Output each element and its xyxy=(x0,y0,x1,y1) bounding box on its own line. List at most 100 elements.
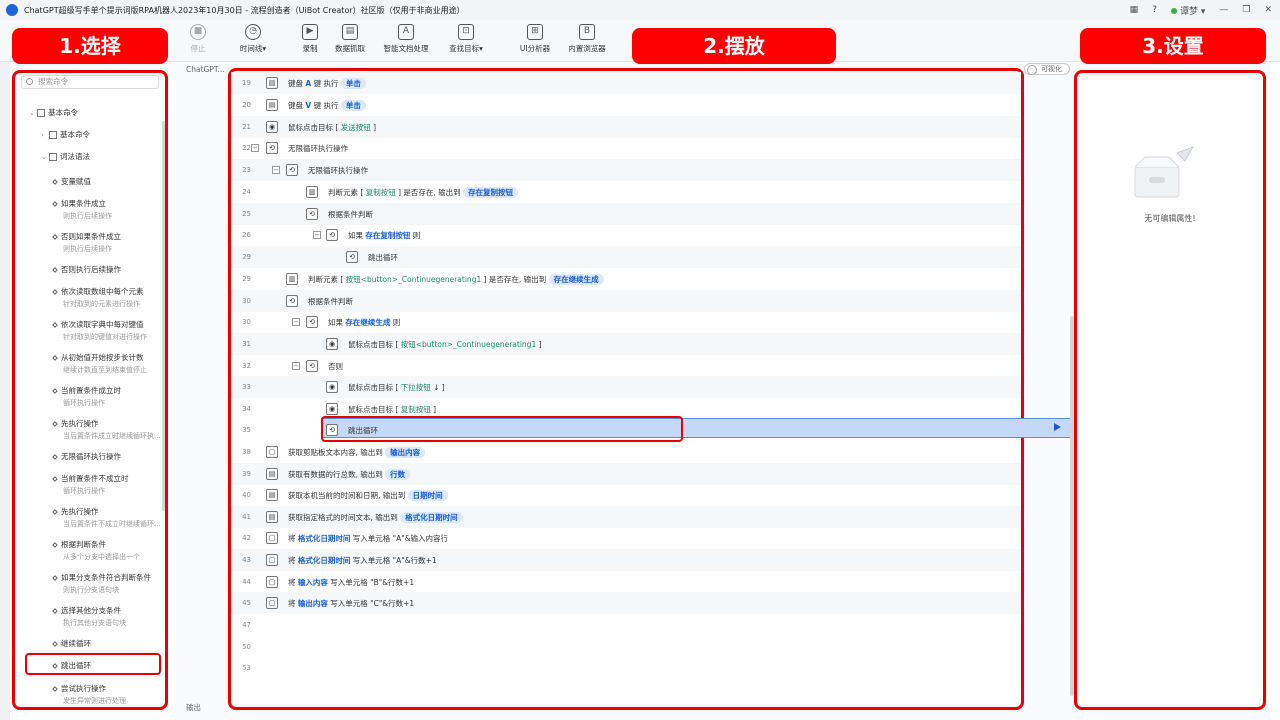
flow-row[interactable]: 50 xyxy=(231,636,1021,658)
flow-row[interactable]: 41 ▤ 获取指定格式的时间文本, 输出到 格式化日期时间 xyxy=(231,506,1021,528)
command-text: 跳出循环 xyxy=(368,252,398,263)
browser-button[interactable]: B 内置浏览器 xyxy=(559,24,615,54)
find-target-button[interactable]: ⊡ 查找目标▾ xyxy=(438,24,494,54)
flow-row[interactable]: 39 ▤ 获取有数据的行总数, 输出到 行数 xyxy=(231,463,1021,485)
visual-toggle[interactable]: 可视化 xyxy=(1024,63,1070,75)
flow-row[interactable]: 33 ◉ 鼠标点击目标 [ 下拉按钮 ↓ ] xyxy=(231,376,1021,398)
command-item[interactable]: 如果分支条件符合判断条件 则执行分支语句块 xyxy=(52,572,165,595)
command-item-description: 从多个分支中选择出一个 xyxy=(63,553,140,561)
flow-row[interactable]: 22− ⟲ 无限循环执行操作 xyxy=(231,137,1021,159)
tree-group[interactable]: ⌄ 词法语法 xyxy=(41,151,165,162)
ui-analyzer-button[interactable]: ⊞ UI分析器 xyxy=(507,24,563,54)
flow-row[interactable]: 24 ▥ 判断元素 [ 复制按钮 ] 是否存在, 输出到 存在复制按钮 xyxy=(231,181,1021,203)
flow-row[interactable]: 29 ⟲ 跳出循环 xyxy=(231,246,1021,268)
line-number: 40 xyxy=(242,491,251,499)
command-item[interactable]: 先执行操作 当后置条件不成立时继续循环... xyxy=(52,506,165,529)
command-bullet-icon xyxy=(52,234,58,240)
flow-row[interactable]: 53 xyxy=(231,657,1021,679)
flow-row[interactable]: 47 xyxy=(231,614,1021,636)
command-item[interactable]: 否则执行后续操作 xyxy=(52,264,165,275)
tree-group[interactable]: › 基本命令 xyxy=(41,129,165,140)
tab-workflow[interactable]: ChatGPT... xyxy=(186,62,225,78)
collapse-icon[interactable]: − xyxy=(292,362,300,370)
command-item[interactable]: 选择其他分支条件 执行其他分支语句块 xyxy=(52,605,165,628)
line-number: 25 xyxy=(242,210,251,218)
flow-row[interactable]: 32 − ⟲ 否则 xyxy=(231,355,1021,377)
flow-row[interactable]: 42 ▢ 将 格式化日期时间 写入单元格 "A"&输入内容行 xyxy=(231,527,1021,549)
command-item[interactable]: 依次读取数组中每个元素 针对取到的元素进行操作 xyxy=(52,286,165,309)
command-item[interactable]: 变量赋值 xyxy=(52,176,165,187)
command-bullet-icon xyxy=(52,509,58,515)
command-item[interactable]: 先执行操作 当后置条件成立时继续循环执... xyxy=(52,418,165,441)
search-input[interactable]: 搜索命令 xyxy=(21,75,159,89)
command-item[interactable]: 当前置条件成立时 循环执行操作 xyxy=(52,385,165,408)
command-item[interactable]: 当前置条件不成立时 循环执行操作 xyxy=(52,473,165,496)
flow-row[interactable]: 25 ⟲ 根据条件判断 xyxy=(231,203,1021,225)
collapse-icon[interactable]: − xyxy=(292,318,300,326)
expand-icon[interactable]: › xyxy=(41,131,49,139)
restore-icon[interactable]: ❐ xyxy=(1242,5,1250,15)
command-item[interactable]: 继续循环 xyxy=(52,638,165,649)
left-scrollbar[interactable] xyxy=(162,121,165,511)
flow-row[interactable]: 30 ⟲ 根据条件判断 xyxy=(231,290,1021,312)
command-param: 输出内容 xyxy=(297,598,328,608)
close-icon[interactable]: ✕ xyxy=(1264,5,1272,15)
command-text-part: 获取本机当前的时间和日期, 输出到 xyxy=(288,490,408,500)
command-item[interactable]: 根据判断条件 从多个分支中选择出一个 xyxy=(52,539,165,562)
user-menu[interactable]: 谭梦 ▾ xyxy=(1170,4,1205,17)
timeline-button[interactable]: ◷ 时间线▾ xyxy=(225,24,281,54)
flow-row[interactable]: 43 ▢ 将 格式化日期时间 写入单元格 "A"&行数+1 xyxy=(231,549,1021,571)
expand-icon[interactable]: ⌄ xyxy=(29,109,37,117)
command-item-label: 继续循环 xyxy=(61,639,91,648)
command-icon: ▤ xyxy=(266,99,278,111)
flow-row[interactable]: 40 ▤ 获取本机当前的时间和日期, 输出到 日期时间 xyxy=(231,484,1021,506)
stop-button[interactable]: ■ 停止 xyxy=(170,24,226,54)
stop-icon: ■ xyxy=(190,24,206,40)
command-item[interactable]: 尝试执行操作 发生异常则进行处理 xyxy=(52,683,165,706)
minimize-icon[interactable]: — xyxy=(1219,5,1228,15)
line-number: 29 xyxy=(242,275,251,283)
collapse-icon[interactable]: − xyxy=(313,231,321,239)
flow-row[interactable]: 19 ▤ 键盘 A 键 执行 单击 xyxy=(231,72,1021,94)
flow-row[interactable]: 26 − ⟲ 如果 存在复制按钮 则 xyxy=(231,224,1021,246)
flow-row[interactable]: 29 ▥ 判断元素 [ 按钮<button>_Continuegenerating1… xyxy=(231,268,1021,290)
flow-row[interactable]: 21 ◉ 鼠标点击目标 [ 发送按钮 ] xyxy=(231,116,1021,138)
flow-row[interactable]: 38 ▢ 获取剪贴板文本内容, 输出到 输出内容 xyxy=(231,441,1021,463)
tree-group[interactable]: ⌄ 基本命令 xyxy=(29,107,165,118)
visual-toggle-label: 可视化 xyxy=(1041,65,1062,73)
command-text-part: 判断元素 [ xyxy=(308,274,346,284)
flow-row[interactable]: 30 − ⟲ 如果 存在继续生成 则 xyxy=(231,311,1021,333)
command-item[interactable]: 无限循环执行操作 xyxy=(52,451,165,462)
output-tab[interactable]: 输出 xyxy=(186,702,201,713)
command-item-description: 发生异常则进行处理 xyxy=(63,697,126,705)
data-scrape-button[interactable]: ▤ 数据抓取 xyxy=(322,24,378,54)
command-icon: ▢ xyxy=(266,446,278,458)
command-icon: ▥ xyxy=(286,273,298,285)
command-item[interactable]: 依次读取字典中每对键值 针对取到的键值对进行操作 xyxy=(52,319,165,342)
command-item[interactable]: 如果条件成立 则执行后续操作 xyxy=(52,198,165,221)
command-text-part: 获取剪贴板文本内容, 输出到 xyxy=(288,447,386,457)
data-scrape-icon: ▤ xyxy=(342,24,358,40)
line-number: 19 xyxy=(242,79,251,87)
help-icon[interactable]: ? xyxy=(1152,5,1157,15)
command-text: 无限循环执行操作 xyxy=(288,143,348,154)
collapse-icon[interactable]: − xyxy=(272,166,280,174)
command-item[interactable]: 从初始值开始按步长计数 继续计数直至到结束值停止 xyxy=(52,352,165,375)
tree-group-label: 基本命令 xyxy=(60,130,90,139)
command-param: 发送按钮 xyxy=(340,122,371,132)
flow-row[interactable]: 20 ▤ 键盘 V 键 执行 单击 xyxy=(231,94,1021,116)
run-line-icon[interactable] xyxy=(1054,423,1061,431)
command-item-description: 当后置条件成立时继续循环执... xyxy=(63,432,161,440)
command-item[interactable]: 否则如果条件成立 则执行后续操作 xyxy=(52,231,165,254)
empty-box-icon xyxy=(1134,146,1195,198)
flow-row[interactable]: 45 ▢ 将 输出内容 写入单元格 "C"&行数+1 xyxy=(231,592,1021,614)
doc-ai-button[interactable]: A 智能文档处理 xyxy=(378,24,434,54)
collapse-icon[interactable]: − xyxy=(251,144,259,152)
flow-row[interactable]: 23 − ⟲ 无限循环执行操作 xyxy=(231,159,1021,181)
flow-row[interactable]: 44 ▢ 将 输入内容 写入单元格 "B"&行数+1 xyxy=(231,571,1021,593)
expand-icon[interactable]: ⌄ xyxy=(41,153,49,161)
grid-icon[interactable]: ▦ xyxy=(1130,5,1139,15)
command-text: 将 输出内容 写入单元格 "C"&行数+1 xyxy=(288,598,414,609)
command-text: 获取本机当前的时间和日期, 输出到 日期时间 xyxy=(288,489,448,501)
flow-row[interactable]: 31 ◉ 鼠标点击目标 [ 按钮<button>_Continuegeneratin… xyxy=(231,333,1021,355)
